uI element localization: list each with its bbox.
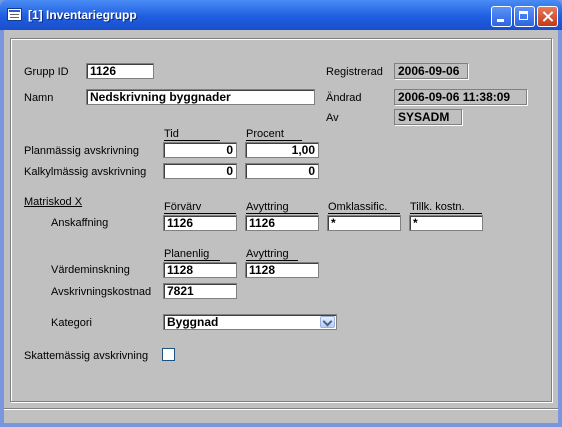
omklassific-header: Omklassific. (328, 201, 400, 214)
planmassig-label: Planmässig avskrivning (24, 145, 139, 157)
status-bar (4, 408, 558, 424)
skattemassig-checkbox[interactable] (162, 348, 175, 361)
vardeminskning-label: Värdeminskning (51, 264, 130, 276)
tid-header: Tid (164, 128, 220, 141)
window-title: [1] Inventariegrupp (28, 8, 137, 22)
anskaffning-avyttring-input[interactable]: 1126 (245, 215, 319, 231)
namn-input[interactable]: Nedskrivning byggnader (86, 89, 315, 105)
namn-label: Namn (24, 92, 54, 104)
minimize-button[interactable] (491, 6, 512, 27)
matriskod-label: Matriskod X (24, 196, 83, 208)
avyttring-header-2: Avyttring (246, 248, 298, 261)
vardeminskning-planenlig-input[interactable]: 1128 (163, 262, 237, 278)
kalkylmassig-label: Kalkylmässig avskrivning (24, 166, 147, 178)
andrad-value: 2006-09-06 11:38:09 (394, 89, 527, 105)
procent-header: Procent (246, 128, 302, 141)
avskrivningskostnad-input[interactable]: 7821 (163, 283, 237, 299)
avyttring-header: Avyttring (246, 201, 318, 214)
anskaffning-omklassific-input[interactable]: * (327, 215, 401, 231)
kategori-select[interactable]: Byggnad (163, 314, 337, 330)
form-client-area: Grupp ID 1126 Registrerad 2006-09-06 Nam… (4, 30, 558, 423)
planmassig-tid-input[interactable]: 0 (163, 142, 237, 158)
title-bar[interactable]: [1] Inventariegrupp (0, 0, 562, 30)
skattemassig-label: Skattemässig avskrivning (24, 350, 149, 362)
vardeminskning-avyttring-input[interactable]: 1128 (245, 262, 319, 278)
planmassig-procent-input[interactable]: 1,00 (245, 142, 319, 158)
inventariegrupp-window: [1] Inventariegrupp Grupp ID 1126 Regist… (0, 0, 562, 427)
kalkylmassig-procent-input[interactable]: 0 (245, 163, 319, 179)
avskrivningskostnad-label: Avskrivningskostnad (51, 286, 152, 298)
close-button[interactable] (537, 6, 558, 27)
tillk-kostn-header: Tillk. kostn. (410, 201, 482, 214)
form-window-icon[interactable] (7, 8, 22, 21)
kategori-label: Kategori (51, 317, 92, 329)
registrerad-label: Registrerad (326, 66, 383, 78)
anskaffning-forvarv-input[interactable]: 1126 (163, 215, 237, 231)
registrerad-value: 2006-09-06 (394, 63, 468, 79)
grupp-id-label: Grupp ID (24, 66, 69, 78)
grupp-id-input[interactable]: 1126 (86, 63, 154, 79)
kategori-selected-value: Byggnad (167, 315, 219, 329)
anskaffning-tillk-kostn-input[interactable]: * (409, 215, 483, 231)
andrad-label: Ändrad (326, 92, 362, 104)
planenlig-header: Planenlig (164, 248, 220, 261)
anskaffning-label: Anskaffning (51, 217, 109, 229)
av-label: Av (326, 112, 339, 124)
av-value: SYSADM (394, 109, 462, 125)
maximize-button[interactable] (514, 6, 535, 27)
kalkylmassig-tid-input[interactable]: 0 (163, 163, 237, 179)
forvarv-header: Förvärv (164, 201, 236, 214)
chevron-down-icon[interactable] (320, 316, 335, 328)
